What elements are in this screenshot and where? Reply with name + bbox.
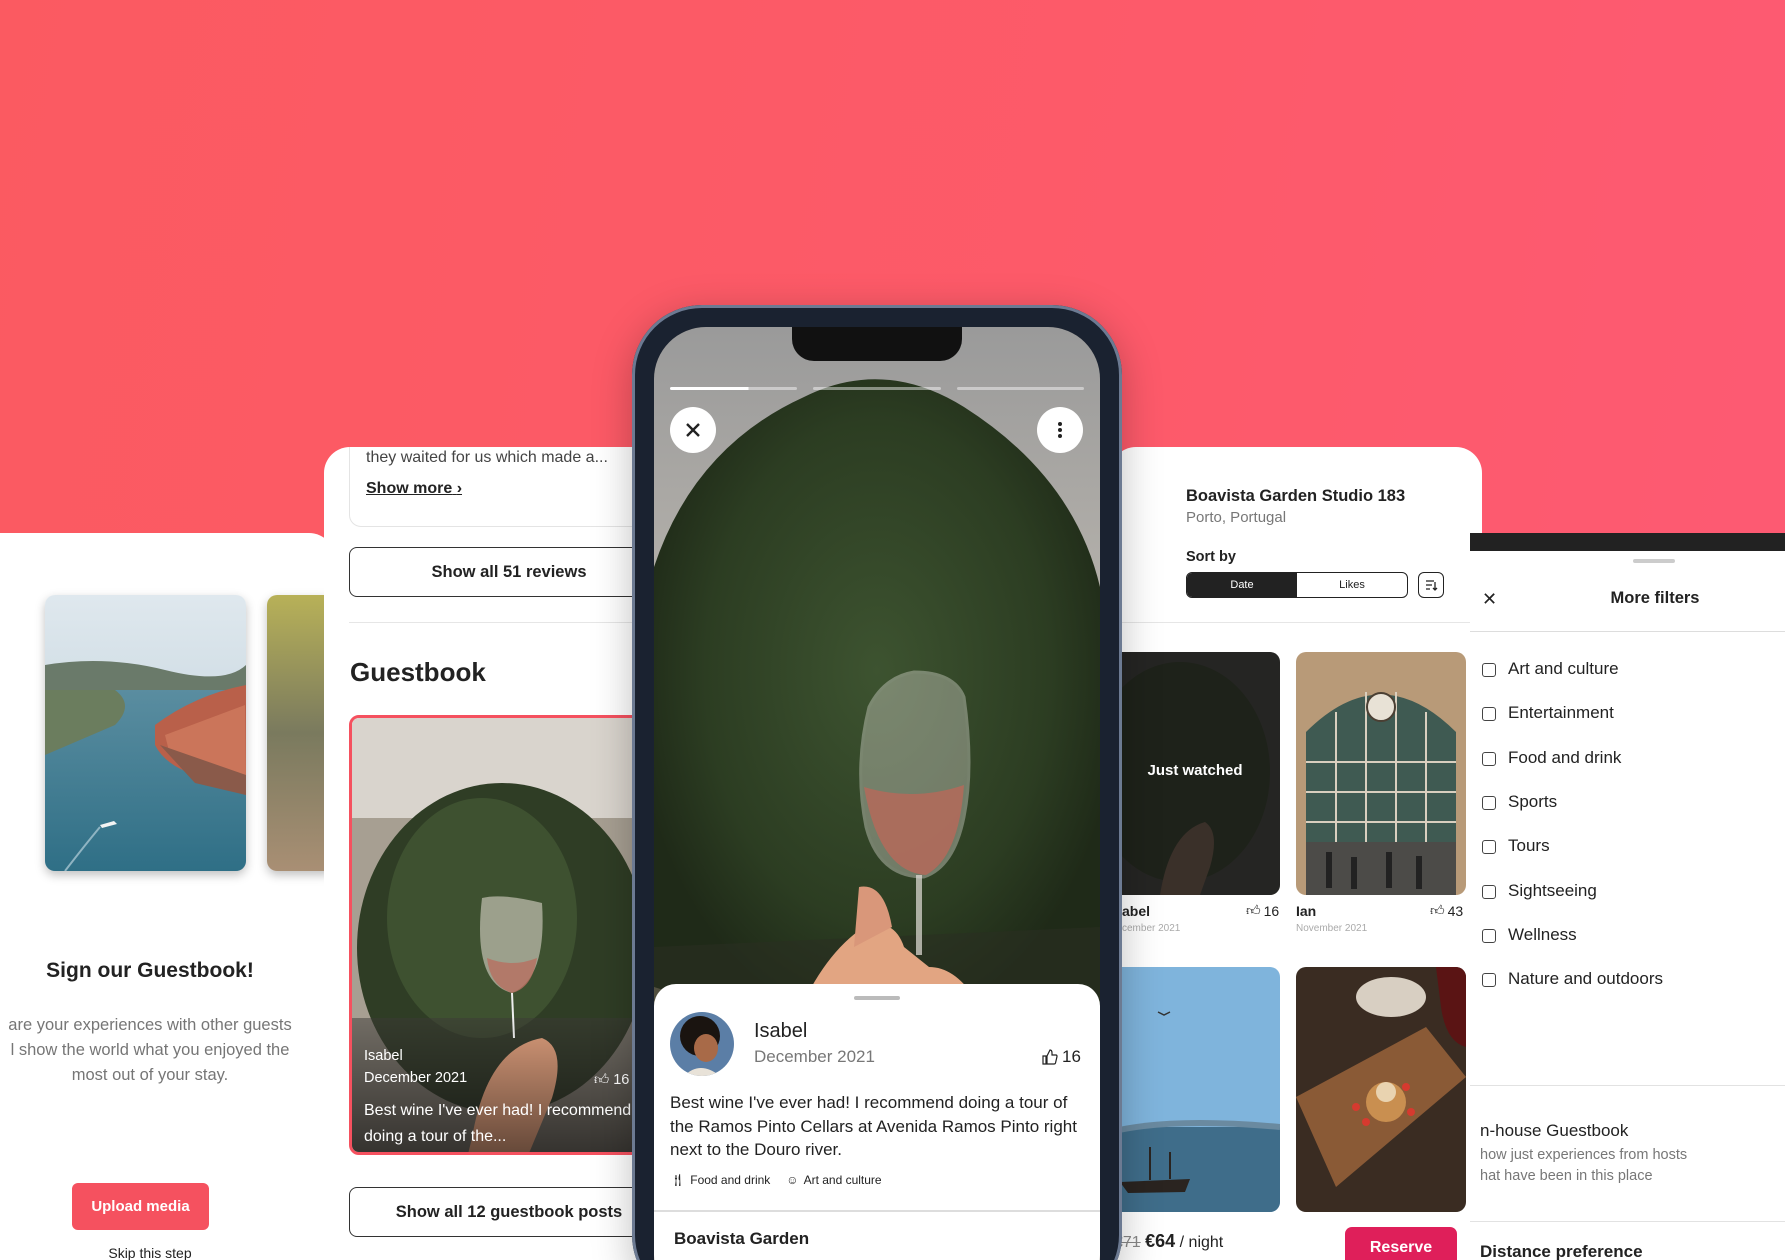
progress-segment [670,387,798,390]
fork-knife-icon: 🍴︎ [670,1173,686,1187]
divider [1470,1085,1785,1086]
upload-media-button[interactable]: Upload media [72,1183,209,1230]
filters-title: More filters [1610,589,1700,607]
tile-date: cember 2021 [1122,923,1181,934]
tile-likes: 👍︎ 43 [1430,902,1464,919]
filter-category-icon [1482,707,1496,722]
divider [1110,622,1482,623]
show-all-posts-button[interactable]: Show all 12 guestbook posts [349,1187,664,1237]
post-likes: 👍︎ 16 [594,1072,630,1088]
close-button[interactable] [670,407,716,453]
tile-date: November 2021 [1296,923,1368,934]
sign-guestbook-panel: Sign our Guestbook! are your experiences… [0,533,335,1260]
divider [349,622,664,623]
sort-toggle[interactable]: Date Likes [1186,572,1408,598]
sort-order-button[interactable] [1418,572,1444,598]
filter-category-icon [1482,840,1496,855]
guestbook-tile[interactable] [1296,967,1466,1212]
more-options-button[interactable] [1037,407,1083,453]
filter-item[interactable]: Wellness [1508,925,1577,945]
reviews-panel: they waited for us which made a... Show … [324,447,664,1260]
guestbook-tile[interactable] [1110,967,1280,1212]
theater-mask-icon: ☺ [786,1173,799,1187]
tile-author: abel [1122,903,1151,919]
avatar[interactable] [670,1012,734,1076]
filter-item[interactable]: Sightseeing [1508,881,1597,901]
sort-label: Sort by [1186,549,1236,565]
filter-item[interactable]: Nature and outdoors [1508,969,1663,989]
filter-item[interactable]: Art and culture [1508,659,1619,679]
listing-title: Boavista Garden [674,1229,810,1248]
filter-item[interactable]: Food and drink [1508,748,1621,768]
close-icon [686,423,700,437]
filter-category-icon [1482,928,1496,943]
divider [654,1210,1100,1212]
post-date: December 2021 [754,1047,875,1066]
progress-segment [813,387,941,390]
filter-item[interactable]: Tours [1508,836,1550,856]
post-tags: 🍴︎ Food and drink ☺ Art and culture [670,1173,882,1187]
skip-step-link[interactable]: Skip this step [0,1245,300,1260]
review-snippet: they waited for us which made a... [366,449,608,466]
post-text: Best wine I've ever had! I recommend doi… [670,1093,1077,1159]
phone-notch [792,327,962,361]
sort-icon [1426,580,1438,591]
filter-item[interactable]: Entertainment [1508,703,1614,723]
tag-art-and-culture[interactable]: ☺ Art and culture [786,1173,881,1187]
tile-author: Ian [1296,903,1317,919]
post-author: Isabel [364,1048,403,1064]
tag-food-and-drink[interactable]: 🍴︎ Food and drink [670,1173,770,1187]
phone-frame: Isabel December 2021 16 Best wine I've e… [632,305,1122,1260]
distance-preference-title: Distance preference [1480,1242,1643,1260]
chevron-right-icon: › [456,480,463,497]
divider [1470,631,1785,632]
signup-title: Sign our Guestbook! [46,959,254,982]
sort-likes-option[interactable]: Likes [1297,573,1407,597]
post-author: Isabel [754,1020,808,1042]
post-sheet: Isabel December 2021 16 Best wine I've e… [654,984,1100,1260]
divider [1470,1221,1785,1222]
sort-date-option[interactable]: Date [1187,573,1297,597]
like-button[interactable]: 16 [1042,1047,1081,1067]
story-progress [670,387,1084,390]
listing-location: Porto, Portugal [1186,509,1287,526]
listing-guestbook-panel: Boavista Garden Studio 183 Porto, Portug… [1110,447,1482,1260]
reserve-button[interactable]: Reserve [1345,1227,1457,1260]
guestbook-heading: Guestbook [350,657,486,687]
thumbs-up-icon: 👍︎ [1246,902,1261,918]
inhouse-guestbook-title[interactable]: n-house Guestbook [1480,1121,1628,1141]
filter-category-icon [1482,973,1496,988]
filter-category-icon [1482,751,1496,766]
just-watched-label: Just watched [1147,762,1243,779]
porto-river-photo[interactable] [45,595,246,871]
thumbs-up-icon: 👍︎ [594,1072,610,1088]
guestbook-post-card[interactable]: Isabel December 2021 👍︎ 16 Best wine I'v… [349,715,664,1155]
inhouse-guestbook-description: how just experiences from hosts hat have… [1480,1147,1688,1184]
drag-handle[interactable] [854,996,900,1000]
more-vertical-icon [1058,422,1062,438]
more-filters-panel: ✕ More filters Art and culture Entertainm… [1470,533,1785,1260]
filter-category-icon [1482,795,1496,810]
listing-price: €71 €64 / night [1114,1231,1224,1251]
drag-handle[interactable] [1633,559,1675,563]
guestbook-tile[interactable] [1296,652,1466,895]
phone-screen: Isabel December 2021 16 Best wine I've e… [654,327,1100,1260]
post-text: Best wine I've ever had! I recommend doi… [364,1102,632,1145]
show-more-link[interactable]: Show more › [366,480,462,498]
wine-glass-photo [352,718,664,1152]
guestbook-tile[interactable]: Just watched [1110,652,1280,895]
filter-item[interactable]: Sports [1508,792,1557,812]
show-all-reviews-button[interactable]: Show all 51 reviews [349,547,664,597]
progress-segment [956,387,1084,390]
tile-likes: 👍︎ 16 [1246,902,1280,919]
thumbs-up-icon: 👍︎ [1430,902,1445,918]
filter-category-icon [1482,884,1496,899]
filter-category-icon [1482,663,1496,677]
thumbs-up-icon [1042,1049,1058,1065]
listing-title: Boavista Garden Studio 183 [1186,487,1406,505]
post-date: December 2021 [364,1070,468,1086]
signup-description: are your experiences with other guests l… [8,1016,292,1084]
